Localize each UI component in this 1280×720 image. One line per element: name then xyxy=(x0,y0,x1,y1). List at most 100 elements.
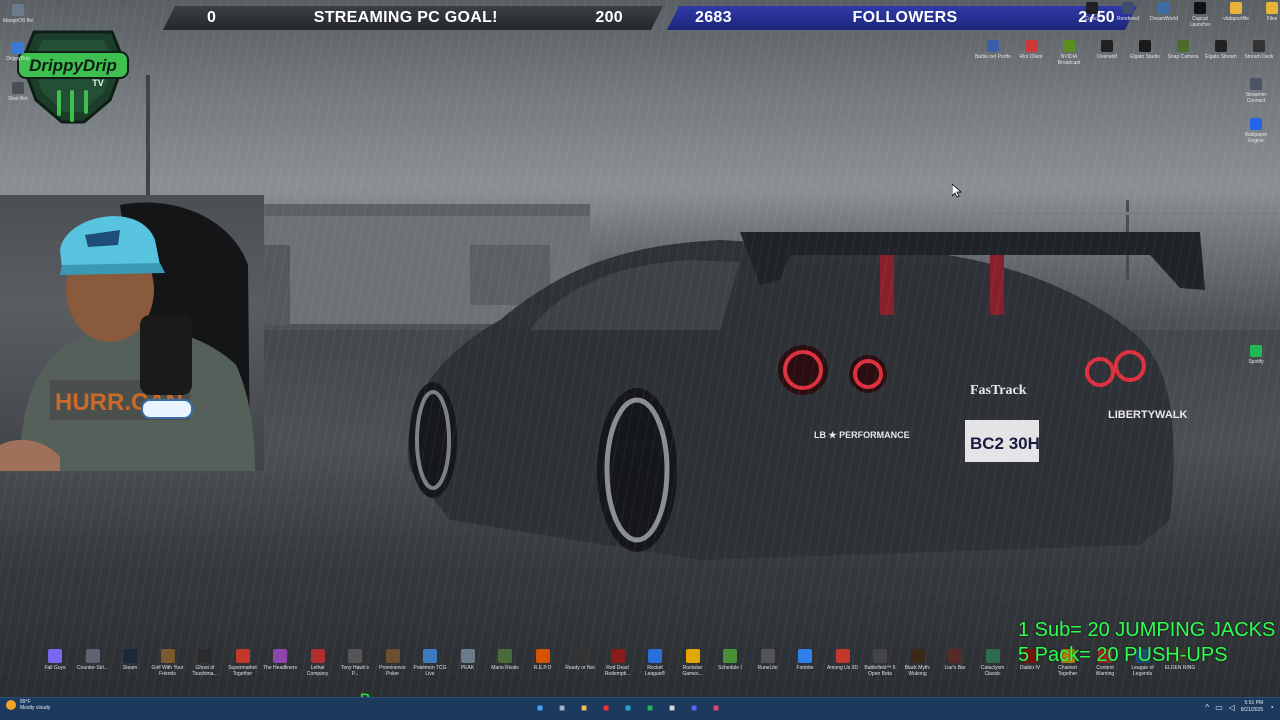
shortcut-label: Pokémon TCG Live xyxy=(413,665,447,677)
followers-title: FOLLOWERS xyxy=(852,9,958,26)
chevron-up-icon[interactable]: ^ xyxy=(1205,703,1209,712)
desktop-shortcut[interactable]: PEAK xyxy=(450,649,486,671)
shortcut-label: Supermarket Together xyxy=(228,665,257,677)
desktop-shortcut[interactable]: Liar's Bar xyxy=(937,649,973,671)
shortcut-label: Files xyxy=(1266,16,1278,22)
desktop-shortcut[interactable]: Fall Guys xyxy=(37,649,73,671)
mouse-cursor-icon xyxy=(952,184,962,198)
desktop-shortcut[interactable]: Cursor xyxy=(1074,2,1110,22)
shortcut-label: The Headliners xyxy=(263,665,297,671)
license-plate-text: BC2 30H xyxy=(970,434,1040,453)
desktop-shortcut[interactable]: Black Myth: Wukong xyxy=(900,649,936,677)
desktop-shortcut[interactable]: Lethal Company xyxy=(300,649,336,677)
shortcut-label: Red Dead Redempti... xyxy=(604,665,631,677)
desktop-shortcut[interactable]: Riot Client xyxy=(1013,40,1049,60)
drippydrip-tv-logo: DrippyDrip TV xyxy=(17,30,129,124)
challenge-line-1: 1 Sub= 20 JUMPING JACKS xyxy=(1018,619,1276,641)
poker-icon xyxy=(385,649,400,663)
windows-taskbar: 89°F Mostly cloudy ■ ■ ■ ■ ■ ■ ■ ■ ■ ^ ▭ ◁ 5:51 … xyxy=(0,697,1280,720)
desktop-shortcut[interactable]: Among Us 3D xyxy=(825,649,861,671)
desktop-shortcut[interactable]: MangoOS file xyxy=(0,4,36,24)
pin-icon[interactable]: ■ xyxy=(708,701,724,717)
nvidia-icon xyxy=(1063,40,1075,52)
logo-tv-text: TV xyxy=(92,78,104,88)
shortcut-label: Golf With Your Friends xyxy=(151,665,184,677)
spotify-icon xyxy=(1250,345,1262,357)
fastrack-badge: FasTrack xyxy=(970,383,1027,398)
desktop-shortcut[interactable]: DrippyDrip xyxy=(0,42,36,62)
folder-icon xyxy=(1230,2,1242,14)
desktop-shortcut[interactable]: Golf With Your Friends xyxy=(150,649,186,677)
desktop-shortcut[interactable]: Tony Hawk's P... xyxy=(337,649,373,677)
app-icon xyxy=(12,42,24,54)
desktop-shortcut[interactable]: Streamer Connect xyxy=(1238,78,1274,104)
volume-icon[interactable]: ◁ xyxy=(1229,703,1235,712)
desktop-shortcut[interactable]: Elgato Stream xyxy=(1203,40,1239,60)
desktop-shortcut[interactable]: Overwolf xyxy=(1089,40,1125,60)
riot-icon xyxy=(1025,40,1037,52)
desktop-shortcut[interactable]: Prominence Poker xyxy=(375,649,411,677)
desktop-shortcut[interactable]: RuneLite xyxy=(750,649,786,671)
desktop-shortcut[interactable]: NVIDIA Broadcast xyxy=(1051,40,1087,66)
battlefield-icon xyxy=(873,649,887,663)
cursor-app-icon xyxy=(1086,2,1098,14)
desktop-shortcut[interactable]: R.E.P.O xyxy=(525,649,561,671)
windows-start-icon[interactable]: ■ xyxy=(532,701,548,717)
desktop-shortcut[interactable]: The Headliners xyxy=(262,649,298,671)
desktop-shortcut[interactable]: Spotify xyxy=(1238,345,1274,365)
spotify-icon[interactable]: ■ xyxy=(642,701,658,717)
desktop-shortcut[interactable]: Rocket League® xyxy=(637,649,673,677)
desktop-shortcut[interactable]: Capcut Launcher xyxy=(1182,2,1218,28)
desktop-shortcut[interactable]: DreamWorld xyxy=(1146,2,1182,22)
shortcut-label: Cataclysm Classic xyxy=(980,665,1005,677)
challenge-line-2: 5 Pack= 20 PUSH-UPS xyxy=(1018,644,1228,666)
shortcut-label: Snap Camera xyxy=(1167,54,1199,60)
repo-icon xyxy=(535,649,550,663)
desktop-shortcut[interactable]: Elgato Studio xyxy=(1127,40,1163,60)
desktop-shortcut[interactable]: vbdaportfile xyxy=(1218,2,1254,22)
clock-time: 5:51 PM xyxy=(1244,700,1264,706)
rdr-icon xyxy=(610,649,625,663)
shortcut-label: DrippyDrip xyxy=(6,56,30,62)
desktop-shortcut[interactable]: Pokémon TCG Live xyxy=(412,649,448,677)
capcut-icon xyxy=(1194,2,1206,14)
shortcut-label: Steam xyxy=(122,665,138,671)
desktop-shortcut[interactable]: Steam xyxy=(112,649,148,671)
shortcut-label: Riot Client xyxy=(1019,54,1043,60)
search-icon[interactable]: ■ xyxy=(554,701,570,717)
file-explorer-icon[interactable]: ■ xyxy=(576,701,592,717)
shortcut-label: Prominence Poker xyxy=(379,665,406,677)
desktop-shortcut[interactable]: Cataclysm Classic xyxy=(975,649,1011,677)
obs-icon[interactable]: ■ xyxy=(664,701,680,717)
desktop-shortcut[interactable]: Red Dead Redempti... xyxy=(600,649,636,677)
weather-widget[interactable]: 89°F Mostly cloudy xyxy=(6,699,50,711)
wukong-icon xyxy=(910,649,925,663)
desktop-shortcut[interactable]: Stream Deck xyxy=(1241,40,1277,60)
desktop-shortcut[interactable]: Battlefield™ 6 Open Beta xyxy=(862,649,898,677)
shortcut-label: Rockstar Games... xyxy=(682,665,703,677)
desktop-shortcut[interactable]: Files xyxy=(1254,2,1280,22)
desktop-shortcut[interactable]: Fortnite xyxy=(787,649,823,671)
desktop-shortcut[interactable]: Rendered xyxy=(1110,2,1146,22)
desktop-shortcut[interactable]: Counter-Stri... xyxy=(75,649,111,671)
desktop-shortcut[interactable]: Wallpaper Engine xyxy=(1238,118,1274,144)
desktop-shortcut[interactable]: Battle.net Portfo xyxy=(975,40,1011,60)
weather-sun-icon xyxy=(6,700,16,710)
desktop-shortcut[interactable]: Ready or Not xyxy=(562,649,598,671)
goal-title: STREAMING PC GOAL! xyxy=(313,9,498,26)
desktop-shortcut[interactable]: Ghost of Tsushima... xyxy=(187,649,223,677)
discord-icon[interactable]: ■ xyxy=(686,701,702,717)
youtube-icon[interactable]: ■ xyxy=(598,701,614,717)
desktop-shortcut[interactable]: Dest Bot xyxy=(0,82,36,102)
stream-deck-icon xyxy=(1215,40,1227,52)
desktop-shortcut[interactable]: Supermarket Together xyxy=(225,649,261,677)
desktop-shortcut[interactable]: Schedule I xyxy=(712,649,748,671)
lb-performance-badge: LB ★ PERFORMANCE xyxy=(814,430,910,440)
desktop-shortcut[interactable]: Rockstar Games... xyxy=(675,649,711,677)
desktop-shortcut[interactable]: Mario Rivals xyxy=(487,649,523,671)
network-icon[interactable]: ▭ xyxy=(1215,703,1223,712)
clock[interactable]: 5:51 PM 8/21/2025 xyxy=(1241,700,1263,714)
desktop-shortcut[interactable]: Snap Camera xyxy=(1165,40,1201,60)
notification-bell-icon[interactable]: ◔ xyxy=(1269,703,1274,712)
edge-icon[interactable]: ■ xyxy=(620,701,636,717)
